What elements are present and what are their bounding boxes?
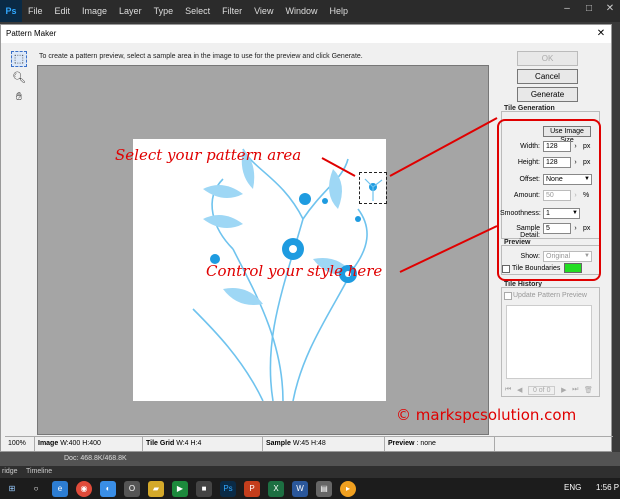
excel-icon[interactable]: X [268, 480, 284, 497]
word-icon[interactable]: W [292, 480, 308, 497]
control-style-annotation: Control your style here [206, 262, 383, 280]
arrow-line-2 [389, 117, 498, 177]
firefox-icon[interactable]: ◐ [100, 480, 116, 497]
select-area-annotation: Select your pattern area [115, 146, 302, 164]
annotation-arrows [321, 117, 498, 273]
media-icon[interactable]: ▶ [172, 480, 188, 497]
opera-icon[interactable]: O [124, 480, 140, 497]
folder-icon[interactable]: ▰ [148, 480, 164, 497]
clock[interactable]: 1:56 P [596, 483, 619, 492]
tab-bridge[interactable]: ridge [2, 468, 18, 475]
photoshop-icon[interactable]: Ps [220, 480, 236, 497]
player-icon[interactable]: ▸ [340, 480, 356, 497]
panel-tab-strip: ridge Timeline [0, 466, 620, 478]
windows-taskbar: ⊞ ○ e ◉ ◐ O ▰ ▶ ■ Ps P X W ▤ ▸ ENG 1:56 … [0, 478, 620, 499]
language-indicator[interactable]: ENG [564, 483, 581, 492]
ie-icon[interactable]: e [52, 480, 68, 497]
notes-icon[interactable]: ▤ [316, 480, 332, 497]
windows-start-icon[interactable]: ⊞ [4, 481, 20, 497]
arrow-line-1 [321, 157, 356, 177]
doc-size: Doc: 468.8K/468.8K [64, 455, 127, 462]
chrome-icon[interactable]: ◉ [76, 480, 92, 497]
app-icon[interactable]: ■ [196, 480, 212, 497]
tab-timeline[interactable]: Timeline [26, 468, 52, 475]
document-info-strip: Doc: 468.8K/468.8K [0, 452, 620, 466]
powerpoint-icon[interactable]: P [244, 480, 260, 497]
search-icon[interactable]: ○ [28, 481, 44, 497]
watermark: © markspcsolution.com [396, 406, 577, 424]
arrow-line-3 [399, 225, 498, 273]
